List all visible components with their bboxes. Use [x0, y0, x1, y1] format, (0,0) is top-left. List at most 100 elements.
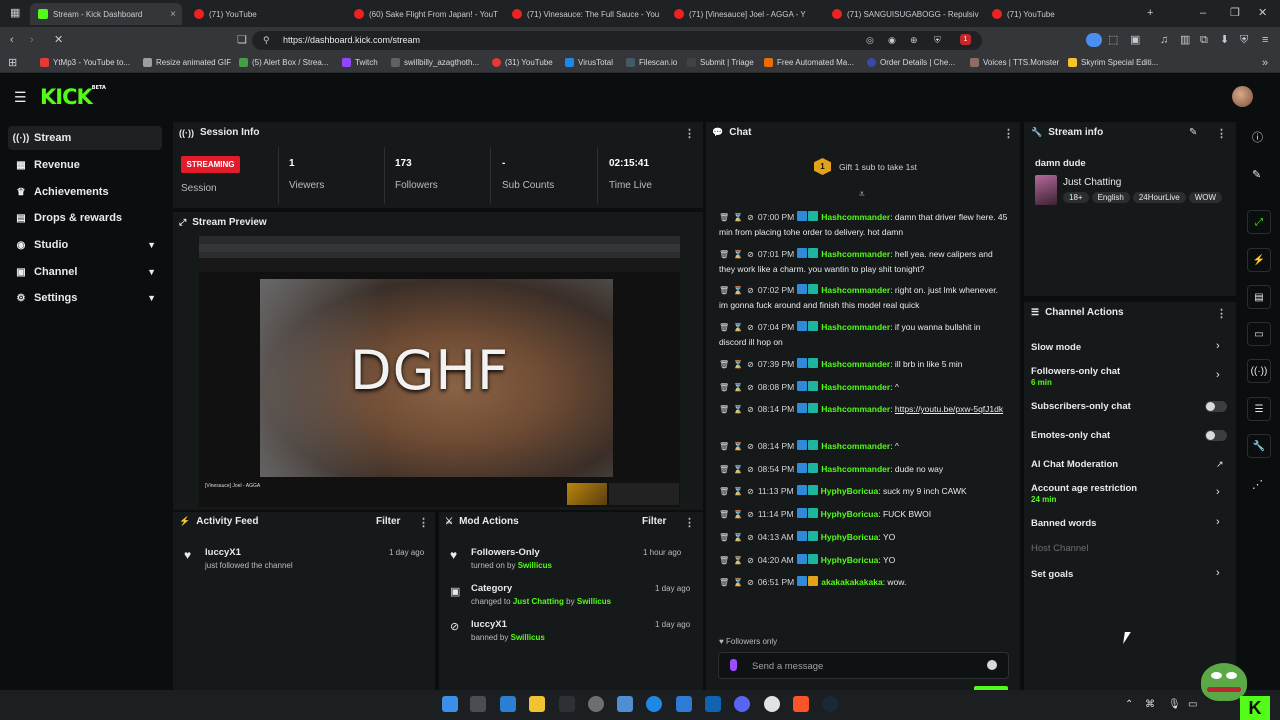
tag[interactable]: 18+ — [1063, 192, 1089, 203]
browser-tab[interactable]: (60) Sake Flight From Japan! - YouT — [354, 3, 504, 25]
stream-preview-video[interactable]: DGHF [Vinesauce] Joel - AGGA — [199, 236, 680, 507]
forward-icon[interactable]: › — [30, 34, 34, 46]
apps-icon[interactable]: ⊞ — [8, 57, 17, 69]
chat-username[interactable]: HyphyBoricua — [821, 486, 879, 496]
location-icon[interactable]: ◉ — [888, 34, 896, 46]
hamburger-menu-icon[interactable]: ☰ — [14, 89, 27, 106]
sidebar-item-channel[interactable]: ▣ Channel ▼ — [8, 260, 162, 284]
delete-icon[interactable]: 🗑 — [719, 556, 729, 565]
bookmark-item[interactable]: Voices | TTS.Monster — [970, 58, 1059, 67]
sidebar-icon[interactable]: ▥ — [1180, 34, 1190, 46]
slow-mode-action[interactable]: Slow mode — [1031, 342, 1081, 353]
chat-input[interactable]: Send a message — [718, 652, 1009, 679]
category-thumbnail[interactable] — [1035, 175, 1057, 205]
chevron-right-icon[interactable]: › — [1216, 567, 1220, 579]
browser-tab[interactable]: (71) YouTube — [194, 3, 344, 25]
preview-widget-icon[interactable]: ⤢ — [1247, 210, 1271, 234]
sidebar-item-studio[interactable]: ◉ Studio ▼ — [8, 233, 162, 257]
ban-icon[interactable]: ⊘ — [747, 360, 754, 369]
bookmark-item[interactable]: Submit | Triage — [687, 58, 754, 67]
tag[interactable]: 24HourLive — [1132, 192, 1186, 203]
delete-icon[interactable]: 🗑 — [719, 442, 729, 451]
browser-tab[interactable]: (71) [Vinesauce] Joel - AGGA - Y — [674, 3, 824, 25]
menu-icon[interactable]: ≡ — [1262, 34, 1268, 46]
bookmark-item[interactable]: Order Details | Che... — [867, 58, 955, 67]
stream-info-menu-icon[interactable]: ⋮ — [1216, 127, 1227, 140]
edit-icon[interactable]: ✎ — [1189, 127, 1197, 138]
timeout-icon[interactable]: ⌛ — [733, 533, 743, 542]
session-info-menu-icon[interactable]: ⋮ — [684, 127, 695, 140]
mod-menu-icon[interactable]: ⋮ — [684, 516, 695, 529]
delete-icon[interactable]: 🗑 — [719, 250, 729, 259]
delete-icon[interactable]: 🗑 — [719, 286, 729, 295]
timeout-icon[interactable]: ⌛ — [733, 383, 743, 392]
taskbar-app-icon[interactable] — [646, 696, 662, 712]
puzzle-icon[interactable]: ⬚ — [1108, 34, 1118, 46]
steam-icon[interactable] — [822, 696, 838, 712]
delete-icon[interactable]: 🗑 — [719, 405, 729, 414]
taskbar-app-icon[interactable] — [676, 696, 692, 712]
tray-chevron-icon[interactable]: ⌃ — [1125, 699, 1133, 710]
browser-tab[interactable]: (71) SANGUISUGABOGG - Repulsiv — [832, 3, 982, 25]
avatar[interactable] — [1232, 86, 1253, 107]
translate-icon[interactable]: ⊕ — [910, 34, 918, 46]
chat-username[interactable]: Hashcommander — [821, 285, 890, 295]
shield-icon[interactable]: ⛨ — [934, 34, 941, 46]
chat-username[interactable]: Hashcommander — [821, 249, 890, 259]
bookmark-item[interactable]: Filescan.io — [626, 58, 677, 67]
delete-icon[interactable]: 🗑 — [719, 323, 729, 332]
timeout-icon[interactable]: ⌛ — [733, 442, 743, 451]
mic-icon[interactable] — [730, 659, 737, 671]
ban-icon[interactable]: ⊘ — [747, 383, 754, 392]
delete-icon[interactable]: 🗑 — [719, 360, 729, 369]
tab-search-icon[interactable]: ▦ — [10, 7, 20, 19]
chat-widget-icon[interactable]: ▭ — [1247, 322, 1271, 346]
bookmark-item[interactable]: VirusTotal — [565, 58, 613, 67]
downloads-icon[interactable]: ⬇ — [1220, 34, 1229, 46]
emoji-icon[interactable] — [987, 660, 997, 670]
category-name[interactable]: Just Chatting — [1063, 177, 1121, 188]
activity-menu-icon[interactable]: ⋮ — [418, 516, 429, 529]
external-link-icon[interactable]: ↗ — [1216, 459, 1224, 470]
delete-icon[interactable]: 🗑 — [719, 465, 729, 474]
delete-icon[interactable]: 🗑 — [719, 578, 729, 587]
list-widget-icon[interactable]: ☰ — [1247, 397, 1271, 421]
sidebar-item-stream[interactable]: ((·)) Stream — [8, 126, 162, 150]
tray-mic-icon[interactable]: 🎙 — [1168, 699, 1181, 710]
info-icon[interactable]: ⓘ — [1252, 129, 1263, 145]
brave-icon[interactable] — [793, 696, 809, 712]
bookmark-item[interactable]: Twitch — [342, 58, 378, 67]
chat-link[interactable]: https://youtu.be/pxw-5qfJ1dk — [895, 404, 1003, 414]
sidebar-item-drops[interactable]: ▤ Drops & rewards — [8, 206, 162, 230]
tray-network-icon[interactable]: ⌘ — [1145, 699, 1155, 710]
extension-icon[interactable]: ◎ — [866, 34, 874, 46]
mod-action-name[interactable]: luccyX1 — [471, 619, 507, 630]
chat-username[interactable]: Hashcommander — [821, 382, 890, 392]
taskbar-app-icon[interactable] — [500, 696, 516, 712]
activity-user[interactable]: luccyX1 — [205, 547, 241, 558]
discord-icon[interactable] — [734, 696, 750, 712]
media-icon[interactable]: ♫ — [1160, 34, 1168, 46]
ban-icon[interactable]: ⊘ — [747, 213, 754, 222]
taskbar-app-icon[interactable] — [559, 696, 575, 712]
delete-icon[interactable]: 🗑 — [719, 383, 729, 392]
ban-icon[interactable]: ⊘ — [747, 533, 754, 542]
bookmark-item[interactable]: YtMp3 - YouTube to... — [40, 58, 130, 67]
bookmark-item[interactable]: Free Automated Ma... — [764, 58, 854, 67]
chat-username[interactable]: HyphyBoricua — [821, 555, 879, 565]
tag[interactable]: English — [1091, 192, 1130, 203]
minimize-icon[interactable]: – — [1200, 7, 1206, 19]
tag[interactable]: WOW — [1188, 192, 1223, 203]
bookmark-icon[interactable]: ❏ — [237, 34, 247, 46]
chevron-right-icon[interactable]: › — [1216, 486, 1220, 498]
tray-icon[interactable]: ▭ — [1188, 699, 1197, 710]
chat-username[interactable]: HyphyBoricua — [821, 532, 879, 542]
ban-icon[interactable]: ⊘ — [747, 556, 754, 565]
browser-tab-active[interactable]: Stream - Kick Dashboard × — [30, 3, 182, 25]
ai-moderation-action[interactable]: AI Chat Moderation — [1031, 459, 1118, 470]
ban-icon[interactable]: ⊘ — [747, 578, 754, 587]
timeout-icon[interactable]: ⌛ — [733, 213, 743, 222]
kick-logo[interactable]: KICKBETA — [40, 85, 106, 109]
chat-username[interactable]: HyphyBoricua — [821, 509, 879, 519]
chat-username[interactable]: Hashcommander — [821, 322, 890, 332]
